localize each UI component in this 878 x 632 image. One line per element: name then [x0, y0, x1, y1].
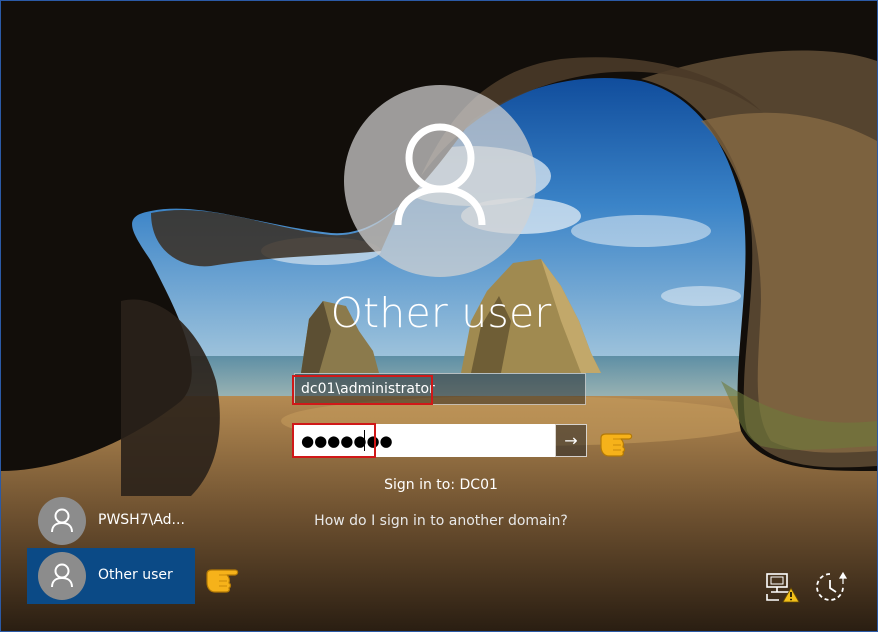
ease-of-access-icon[interactable] — [812, 570, 848, 606]
pointing-hand-icon — [206, 569, 239, 593]
user-tile-pwsh7[interactable]: PWSH7\Ad... — [27, 493, 195, 549]
page-title: Other user — [330, 289, 552, 337]
text-caret — [364, 430, 365, 451]
user-tile-avatar — [38, 497, 86, 545]
user-tile-label: Other user — [98, 567, 173, 583]
lock-screen: Other user → Sign in to: DC01 How do I s… — [0, 0, 878, 632]
sign-in-domain-text: Sign in to: DC01 — [384, 477, 498, 493]
pointing-hand-icon — [600, 433, 633, 457]
person-icon — [394, 123, 486, 226]
network-warning-icon[interactable] — [765, 572, 801, 604]
user-tile-other-user[interactable]: Other user — [27, 548, 195, 604]
user-avatar — [344, 85, 536, 277]
username-input[interactable] — [294, 373, 586, 405]
user-tile-label: PWSH7\Ad... — [98, 512, 185, 528]
password-input[interactable] — [294, 424, 555, 457]
domain-help-link[interactable]: How do I sign in to another domain? — [261, 513, 621, 529]
submit-button[interactable]: → — [555, 424, 587, 457]
person-icon — [51, 508, 73, 533]
person-icon — [51, 563, 73, 588]
user-tile-avatar — [38, 552, 86, 600]
arrow-right-icon: → — [564, 431, 578, 450]
